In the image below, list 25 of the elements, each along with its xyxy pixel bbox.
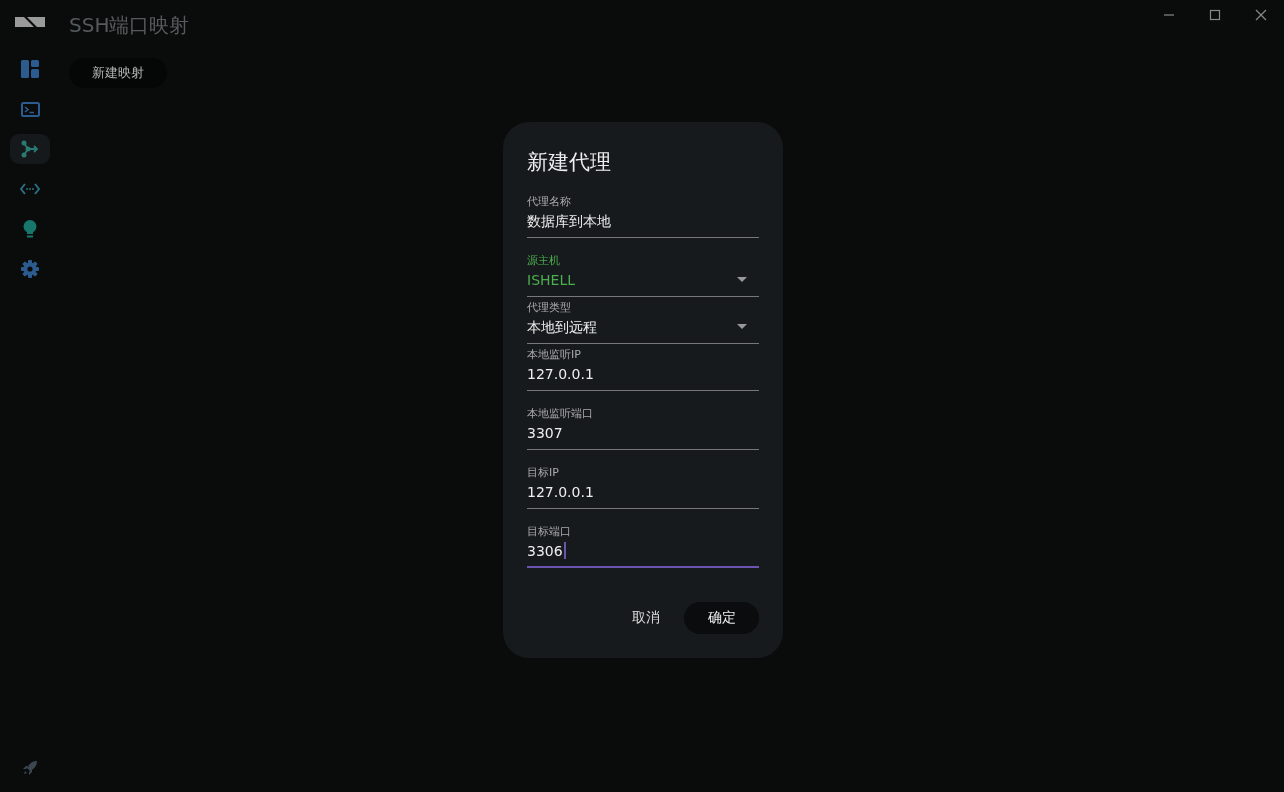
new-mapping-button[interactable]: 新建映射 <box>69 58 167 88</box>
code-icon <box>20 182 40 196</box>
fork-arrow-icon <box>21 140 39 158</box>
maximize-icon <box>1209 9 1221 21</box>
lightbulb-icon <box>23 220 37 238</box>
cancel-button[interactable]: 取消 <box>622 603 670 633</box>
dashboard-icon <box>21 60 39 78</box>
dialog-title: 新建代理 <box>527 149 612 176</box>
input-field[interactable]: 本地监听端口 3307 <box>527 406 759 450</box>
caret-icon <box>737 277 747 282</box>
window-title: SSH端口映射 <box>69 11 190 39</box>
close-icon <box>1255 9 1267 21</box>
sidebar-item[interactable] <box>10 134 50 164</box>
rocket-icon[interactable] <box>22 760 38 776</box>
input-field[interactable]: 目标端口 3306 <box>527 524 759 568</box>
settings-icon <box>21 260 39 278</box>
logo-icon <box>15 17 45 27</box>
dropdown-field[interactable]: 代理类型 本地到远程 <box>527 300 759 344</box>
input-field[interactable]: 代理名称 数据库到本地 <box>527 194 759 238</box>
dropdown-field[interactable]: 源主机 ISHELL <box>527 253 759 297</box>
input-field[interactable]: 目标IP 127.0.0.1 <box>527 465 759 509</box>
input-field[interactable]: 本地监听IP 127.0.0.1 <box>527 347 759 391</box>
caret-icon <box>737 324 747 329</box>
confirm-button[interactable]: 确定 <box>684 602 759 634</box>
terminal-icon <box>20 101 40 117</box>
